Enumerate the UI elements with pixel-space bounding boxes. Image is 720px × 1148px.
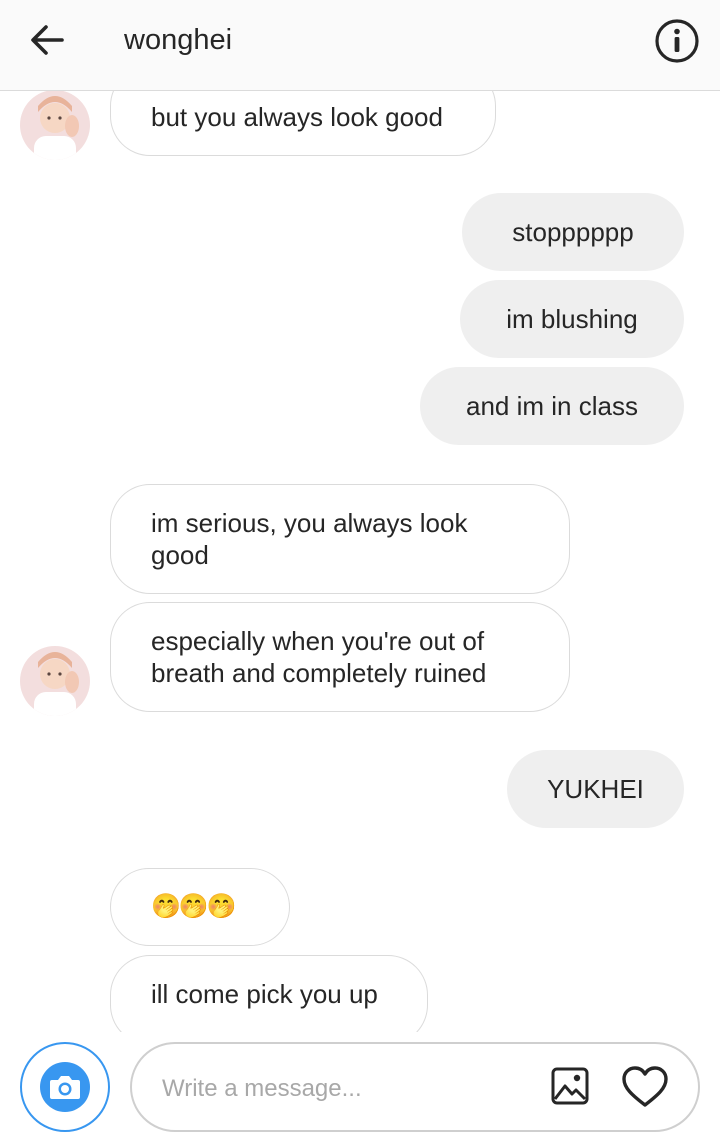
- heart-icon: [622, 1066, 668, 1107]
- message-bubble-outgoing[interactable]: stopppppp: [462, 193, 684, 271]
- message-bubble-outgoing[interactable]: YUKHEI: [507, 750, 684, 828]
- info-button[interactable]: [654, 18, 700, 64]
- camera-icon: [50, 1076, 80, 1099]
- image-icon: [551, 1067, 589, 1105]
- message-text: especially when you're out of breath and…: [151, 626, 487, 688]
- message-text: YUKHEI: [547, 774, 644, 804]
- message-input[interactable]: [160, 1066, 524, 1112]
- arrow-left-icon: [31, 25, 64, 55]
- message-composer: [0, 1032, 720, 1148]
- message-bubble-incoming[interactable]: ill come pick you up: [110, 955, 428, 1032]
- message-text: im blushing: [506, 304, 638, 334]
- message-bubble-incoming[interactable]: but you always look good: [110, 90, 496, 156]
- camera-button[interactable]: [20, 1042, 110, 1132]
- message-bubble-outgoing[interactable]: and im in class: [420, 367, 684, 445]
- message-text: stopppppp: [512, 217, 634, 247]
- message-text: but you always look good: [151, 102, 443, 132]
- chat-header: wonghei: [0, 0, 720, 91]
- info-icon: [655, 19, 699, 63]
- message-bubble-incoming[interactable]: 🤭🤭🤭: [110, 868, 290, 946]
- message-text: 🤭🤭🤭: [151, 893, 237, 920]
- message-input-container: [130, 1042, 700, 1132]
- camera-icon-wrapper: [40, 1062, 90, 1112]
- avatar[interactable]: [20, 90, 90, 160]
- gallery-button[interactable]: [550, 1066, 594, 1110]
- message-text: and im in class: [466, 391, 638, 421]
- message-bubble-incoming[interactable]: im serious, you always look good: [110, 484, 570, 594]
- back-button[interactable]: [26, 20, 70, 60]
- like-button[interactable]: [620, 1064, 670, 1112]
- chat-username[interactable]: wonghei: [124, 20, 232, 60]
- avatar[interactable]: [20, 646, 90, 716]
- message-text: im serious, you always look good: [151, 508, 468, 570]
- message-thread[interactable]: but you always look good stopppppp im bl…: [0, 90, 720, 1032]
- message-bubble-incoming[interactable]: especially when you're out of breath and…: [110, 602, 570, 712]
- message-text: ill come pick you up: [151, 979, 378, 1009]
- message-bubble-outgoing[interactable]: im blushing: [460, 280, 684, 358]
